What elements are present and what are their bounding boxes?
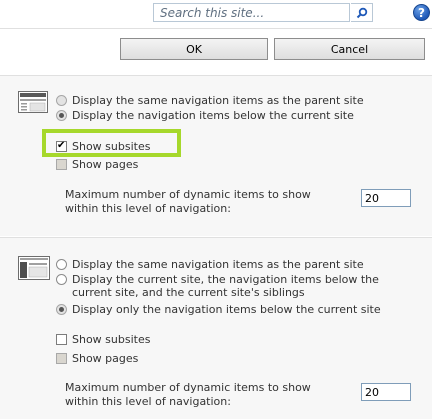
magnifier-icon <box>356 7 367 18</box>
side-navigation-layout-icon <box>18 256 50 280</box>
current-siblings-radio[interactable] <box>56 274 67 285</box>
global-option-below-label: Display the navigation items below the c… <box>72 109 354 122</box>
current-max-items-input[interactable] <box>361 383 411 401</box>
current-option-parent-label: Display the same navigation items as the… <box>72 258 364 271</box>
current-option-siblings[interactable]: Display the current site, the navigation… <box>56 273 402 299</box>
global-max-items-input[interactable] <box>361 189 411 207</box>
cancel-button[interactable]: Cancel <box>274 38 425 60</box>
global-show-pages-label: Show pages <box>72 158 139 171</box>
current-show-subsites[interactable]: Show subsites <box>56 333 150 346</box>
global-show-pages[interactable]: Show pages <box>56 158 138 171</box>
global-option-parent[interactable]: Display the same navigation items as the… <box>56 94 364 107</box>
help-icon[interactable]: ? <box>413 4 430 21</box>
current-option-siblings-label: Display the current site, the navigation… <box>72 273 379 299</box>
global-option-parent-label: Display the same navigation items as the… <box>72 94 364 107</box>
search-box <box>153 3 350 22</box>
global-show-subsites-label: Show subsites <box>72 140 151 153</box>
global-max-items-label: Maximum number of dynamic items to show … <box>65 188 311 215</box>
search-input[interactable] <box>154 4 349 21</box>
top-bar: ? <box>0 0 432 28</box>
global-below-radio[interactable] <box>56 110 67 121</box>
global-parent-radio[interactable] <box>56 95 67 106</box>
current-show-pages[interactable]: Show pages <box>56 352 138 365</box>
current-show-pages-checkbox[interactable] <box>56 353 67 364</box>
top-divider <box>0 28 432 29</box>
current-show-subsites-label: Show subsites <box>72 333 151 346</box>
global-option-below[interactable]: Display the navigation items below the c… <box>56 109 354 122</box>
current-below-radio[interactable] <box>56 304 67 315</box>
global-show-pages-checkbox[interactable] <box>56 159 67 170</box>
current-show-subsites-checkbox[interactable] <box>56 334 67 345</box>
button-row: OK Cancel <box>0 38 432 60</box>
global-show-subsites[interactable]: Show subsites <box>56 139 151 153</box>
ok-button[interactable]: OK <box>120 38 268 60</box>
current-option-parent[interactable]: Display the same navigation items as the… <box>56 258 364 271</box>
current-parent-radio[interactable] <box>56 259 67 270</box>
top-navigation-layout-icon <box>18 91 48 113</box>
current-max-items-label: Maximum number of dynamic items to show … <box>65 381 311 408</box>
current-option-below-label: Display only the navigation items below … <box>72 303 381 316</box>
global-show-subsites-checkbox[interactable] <box>56 139 67 152</box>
current-show-pages-label: Show pages <box>72 352 139 365</box>
search-button[interactable] <box>351 3 373 22</box>
current-option-below[interactable]: Display only the navigation items below … <box>56 303 381 316</box>
